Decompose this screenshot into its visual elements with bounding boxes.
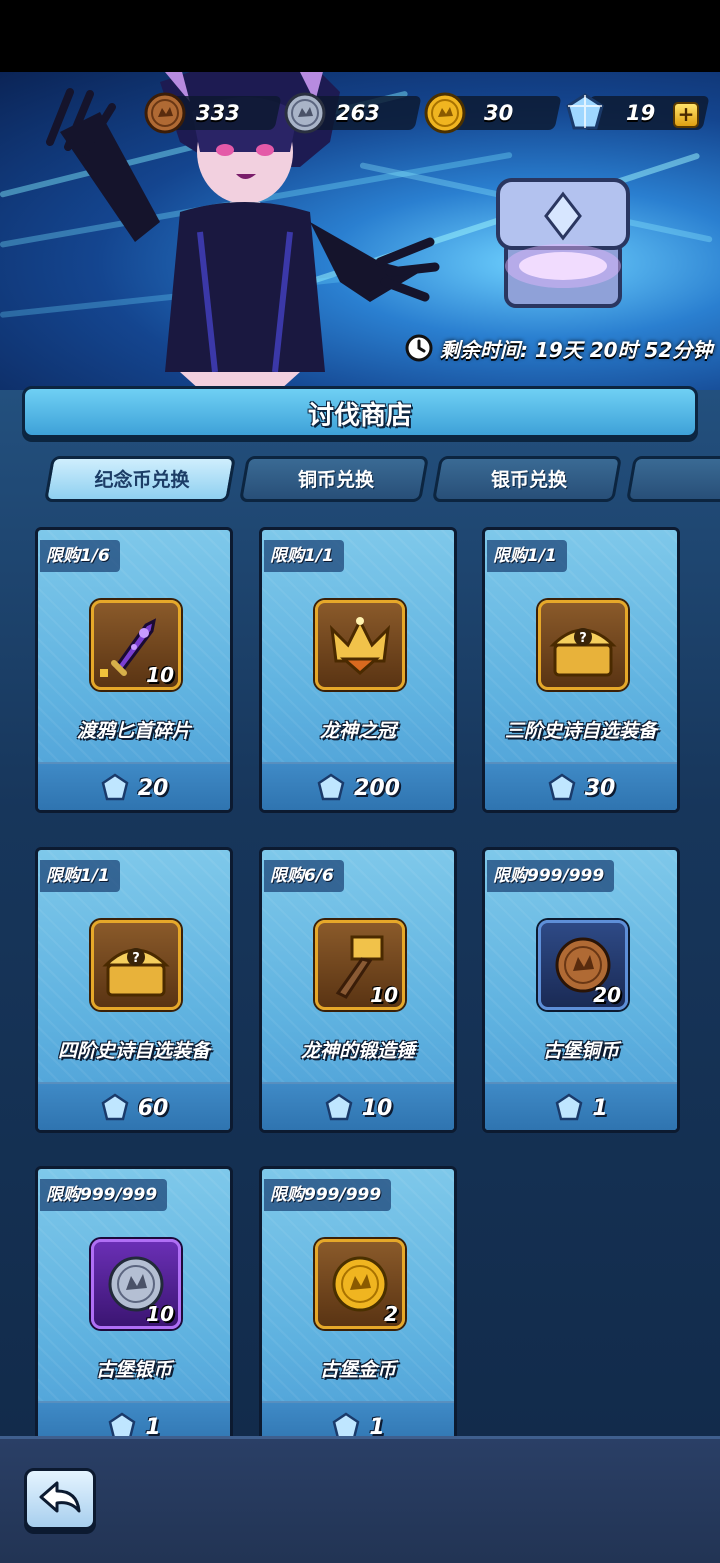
silver-coin-count: 263	[336, 101, 380, 125]
remaining-time-label: 剩余时间: 19天 20时 52分钟	[440, 337, 713, 362]
price-bar: 60	[38, 1082, 230, 1130]
tab-silver-coin-label: 银币兑换	[490, 469, 567, 491]
crystal-count: 19	[626, 101, 656, 125]
back-button[interactable]	[24, 1468, 96, 1530]
treasure-chest-icon: ?	[102, 948, 170, 997]
item-name: 龙神的锻造锤	[300, 1040, 415, 1062]
item-name: 古堡银币	[95, 1359, 172, 1381]
tab-commemorative-coin-label: 纪念币兑换	[94, 469, 190, 491]
price-bar: 30	[485, 762, 677, 810]
crystal-icon	[548, 773, 576, 801]
purchase-limit: 限购1/1	[487, 540, 567, 572]
shop-title: 讨伐商店	[307, 401, 412, 431]
add-crystal-button[interactable]: +	[673, 102, 699, 128]
item-icon-frame: 10	[91, 1239, 181, 1329]
item-name: 龙神之冠	[319, 720, 396, 742]
purchase-limit: 限购999/999	[264, 1179, 392, 1211]
shop-item-card[interactable]: 限购1/1 龙神之冠 200	[259, 527, 457, 813]
treasure-chest-icon	[496, 178, 630, 308]
purchase-limit: 限购999/999	[487, 860, 615, 892]
item-price: 60	[137, 1095, 169, 1121]
item-quantity: 10	[146, 1302, 174, 1326]
item-name: 古堡金币	[319, 1359, 396, 1381]
bronze-coin-icon	[144, 92, 186, 134]
clock-icon	[405, 334, 433, 362]
shop-item-card[interactable]: 限购999/999 2 古堡金币 1	[259, 1166, 457, 1452]
item-icon-frame: ?	[91, 920, 181, 1010]
item-icon-frame: 10	[91, 600, 181, 690]
svg-text:?: ?	[579, 631, 587, 646]
purchase-limit: 限购999/999	[40, 1179, 168, 1211]
purchase-limit: 限购6/6	[264, 860, 344, 892]
crystal-icon	[101, 1093, 129, 1121]
crystal-icon	[317, 773, 345, 801]
item-price: 20	[137, 775, 169, 801]
item-price: 1	[592, 1095, 608, 1121]
shop-title-bar: 讨伐商店	[22, 386, 698, 438]
item-icon-frame: 20	[538, 920, 628, 1010]
status-bar-area	[0, 0, 720, 72]
item-quantity: 20	[593, 983, 621, 1007]
item-price: 30	[584, 775, 616, 801]
currency-bar: 333 263 30 19 +	[0, 92, 720, 134]
crown-icon	[329, 617, 391, 675]
item-name: 三阶史诗自选装备	[504, 720, 657, 742]
crystal-icon	[555, 1093, 583, 1121]
shop-item-card[interactable]: 限购999/999 20 古堡铜币 1	[482, 847, 680, 1133]
bronze-coin-count: 333	[196, 101, 240, 125]
silver-coin-icon	[284, 92, 326, 134]
gold-coin-icon	[424, 92, 466, 134]
item-name: 古堡铜币	[542, 1040, 619, 1062]
shop-item-card[interactable]: 限购1/1 ? 四阶史诗自选装备 60	[35, 847, 233, 1133]
tab-bronze-coin-label: 铜币兑换	[297, 469, 374, 491]
svg-text:?: ?	[132, 951, 140, 966]
item-icon-frame: 2	[315, 1239, 405, 1329]
shop-item-card[interactable]: 限购1/6 10 渡鸦匕首碎片 20	[35, 527, 233, 813]
shop-item-card[interactable]: 限购6/6 10 龙神的锻造锤 10	[259, 847, 457, 1133]
bottom-bar	[0, 1436, 720, 1563]
back-arrow-icon	[39, 1481, 81, 1513]
shop-item-card[interactable]: 限购999/999 10 古堡银币 1	[35, 1166, 233, 1452]
item-name: 渡鸦匕首碎片	[76, 720, 191, 742]
remaining-time: 剩余时间: 19天 20时 52分钟	[404, 328, 712, 368]
crystal-icon	[566, 93, 604, 130]
item-price: 200	[354, 775, 400, 801]
purchase-limit: 限购1/1	[264, 540, 344, 572]
item-icon-frame	[315, 600, 405, 690]
tab-more[interactable]	[625, 456, 720, 502]
item-quantity: 10	[146, 663, 174, 687]
price-bar: 20	[38, 762, 230, 810]
crystal-icon	[101, 773, 129, 801]
price-bar: 200	[262, 762, 454, 810]
item-price: 10	[361, 1095, 393, 1121]
treasure-chest-icon: ?	[549, 628, 617, 677]
item-icon-frame: ?	[538, 600, 628, 690]
item-name: 四阶史诗自选装备	[57, 1040, 210, 1062]
price-bar: 10	[262, 1082, 454, 1130]
purchase-limit: 限购1/6	[40, 540, 120, 572]
crystal-icon	[325, 1093, 353, 1121]
purchase-limit: 限购1/1	[40, 860, 120, 892]
item-quantity: 10	[370, 983, 398, 1007]
gold-coin-count: 30	[484, 101, 514, 125]
item-quantity: 2	[384, 1302, 398, 1326]
price-bar: 1	[485, 1082, 677, 1130]
shop-item-card[interactable]: 限购1/1 ? 三阶史诗自选装备 30	[482, 527, 680, 813]
item-icon-frame: 10	[315, 920, 405, 1010]
